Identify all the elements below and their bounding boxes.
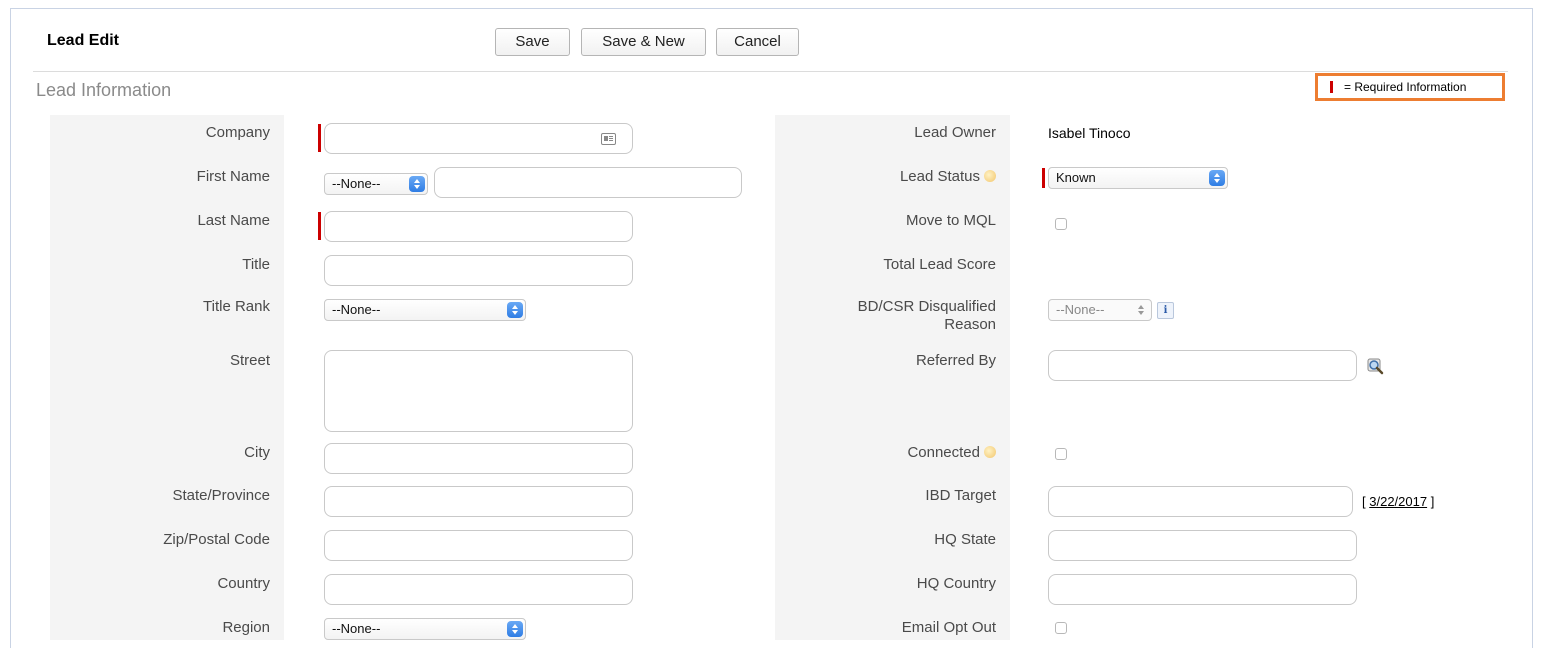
last-name-input[interactable] xyxy=(324,211,633,242)
connected-checkbox[interactable] xyxy=(1055,448,1067,460)
left-label-column xyxy=(50,115,284,640)
title-input[interactable] xyxy=(324,255,633,286)
lead-status-text: Lead Status xyxy=(899,168,980,185)
hq-country-input[interactable] xyxy=(1048,574,1357,605)
select-arrow-icon xyxy=(507,621,523,637)
country-label: Country xyxy=(217,575,270,592)
company-required-marker xyxy=(318,124,321,152)
zip-postal-code-input[interactable] xyxy=(324,530,633,561)
last-name-label: Last Name xyxy=(197,212,270,229)
select-arrow-icon xyxy=(1133,302,1149,318)
connected-text: Connected xyxy=(907,444,980,461)
email-opt-out-checkbox[interactable] xyxy=(1055,622,1067,634)
referred-by-label: Referred By xyxy=(915,352,996,369)
ibd-target-label: IBD Target xyxy=(925,487,996,504)
country-input[interactable] xyxy=(324,574,633,605)
select-arrow-icon xyxy=(507,302,523,318)
save-and-new-button[interactable]: Save & New xyxy=(581,28,706,56)
bd-csr-label-line1: BD/CSR Disqualified xyxy=(857,298,996,315)
bd-csr-label-line2: Reason xyxy=(944,316,996,333)
state-province-input[interactable] xyxy=(324,486,633,517)
total-lead-score-label: Total Lead Score xyxy=(883,256,996,273)
hq-state-input[interactable] xyxy=(1048,530,1357,561)
required-marker-icon xyxy=(1330,81,1333,93)
region-label: Region xyxy=(222,619,270,636)
hq-state-label: HQ State xyxy=(934,531,996,548)
street-textarea[interactable] xyxy=(324,350,633,432)
info-icon[interactable]: i xyxy=(1157,302,1174,319)
lead-status-select[interactable]: Known xyxy=(1048,167,1228,189)
right-label-column xyxy=(775,115,1010,640)
save-button[interactable]: Save xyxy=(495,28,570,56)
lead-owner-label: Lead Owner xyxy=(914,124,996,141)
select-arrow-icon xyxy=(409,176,425,192)
header-divider xyxy=(33,71,1508,72)
date-bracket-open: [ xyxy=(1362,494,1366,509)
lead-status-required-marker xyxy=(1042,168,1045,188)
ibd-target-today-link: [ 3/22/2017 ] xyxy=(1362,494,1434,509)
state-province-label: State/Province xyxy=(172,487,270,504)
referred-by-input[interactable] xyxy=(1048,350,1357,381)
required-legend: = Required Information xyxy=(1315,73,1505,101)
city-input[interactable] xyxy=(324,443,633,474)
select-arrow-icon xyxy=(1209,170,1225,186)
help-icon[interactable] xyxy=(984,170,996,182)
city-label: City xyxy=(244,444,270,461)
help-icon[interactable] xyxy=(984,446,996,458)
bd-csr-disqualified-reason-label: BD/CSR Disqualified Reason xyxy=(775,298,996,334)
cancel-button[interactable]: Cancel xyxy=(716,28,799,56)
lead-status-value: Known xyxy=(1056,170,1096,185)
salutation-select[interactable]: --None-- xyxy=(324,173,428,195)
ibd-target-input[interactable] xyxy=(1048,486,1353,517)
first-name-input[interactable] xyxy=(434,167,742,198)
title-rank-value: --None-- xyxy=(332,302,381,317)
date-bracket-close: ] xyxy=(1430,494,1435,509)
ibd-target-date-link[interactable]: 3/22/2017 xyxy=(1369,494,1427,509)
title-label: Title xyxy=(242,256,270,273)
required-legend-text: = Required Information xyxy=(1344,80,1467,94)
region-value: --None-- xyxy=(332,621,381,636)
lead-owner-value: Isabel Tinoco xyxy=(1048,125,1131,141)
company-input[interactable] xyxy=(324,123,633,154)
hq-country-label: HQ Country xyxy=(916,575,996,592)
section-title: Lead Information xyxy=(36,80,172,100)
title-rank-label: Title Rank xyxy=(203,298,270,315)
connected-label: Connected xyxy=(775,444,996,462)
bd-csr-value: --None-- xyxy=(1056,302,1105,317)
business-card-icon[interactable] xyxy=(601,133,616,145)
move-to-mql-checkbox[interactable] xyxy=(1055,218,1067,230)
page-title: Lead Edit xyxy=(47,32,120,49)
salutation-value: --None-- xyxy=(332,176,381,191)
first-name-label: First Name xyxy=(196,168,270,185)
region-select[interactable]: --None-- xyxy=(324,618,526,640)
move-to-mql-label: Move to MQL xyxy=(905,212,996,229)
street-label: Street xyxy=(229,352,270,369)
lead-status-label: Lead Status xyxy=(775,168,996,186)
title-rank-select[interactable]: --None-- xyxy=(324,299,526,321)
zip-postal-code-label: Zip/Postal Code xyxy=(163,531,270,548)
bd-csr-disqualified-reason-select[interactable]: --None-- xyxy=(1048,299,1152,321)
email-opt-out-label: Email Opt Out xyxy=(901,619,996,636)
last-name-required-marker xyxy=(318,212,321,240)
lookup-icon[interactable] xyxy=(1366,356,1386,376)
company-label: Company xyxy=(205,124,270,141)
